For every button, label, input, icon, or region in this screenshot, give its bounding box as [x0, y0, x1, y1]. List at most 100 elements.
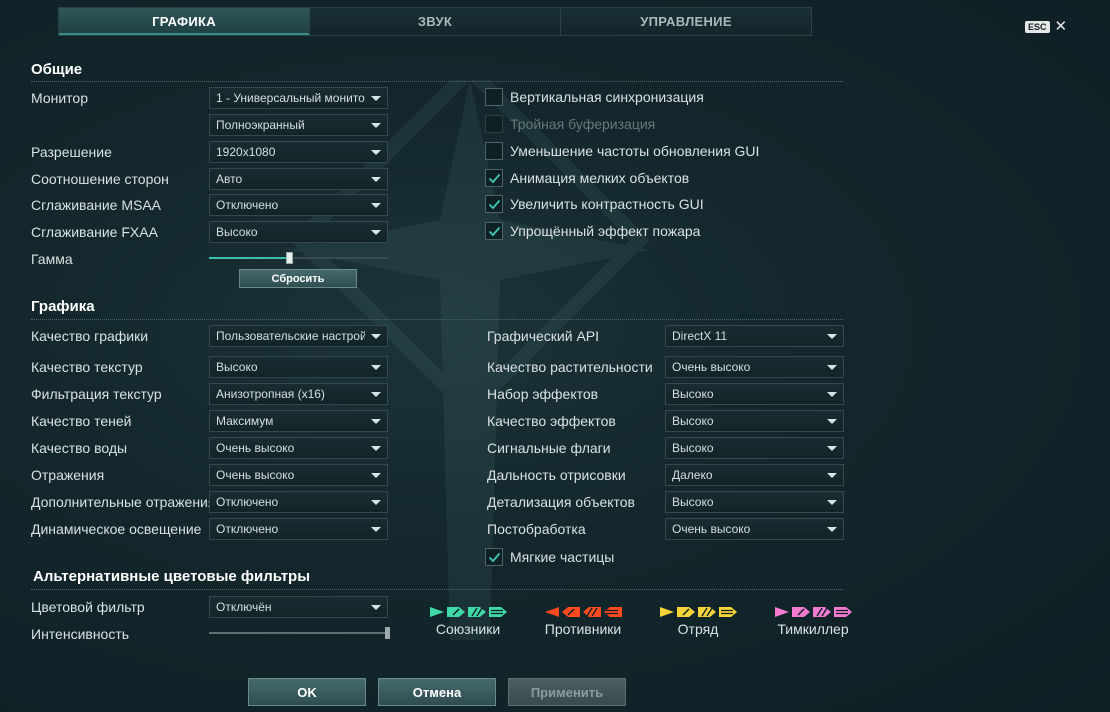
- marker-damaged-icon: [582, 607, 601, 617]
- chevron-down-icon: [371, 445, 381, 451]
- color-filter-dropdown[interactable]: Отключён: [209, 596, 388, 618]
- marker-ship-icon: [446, 607, 465, 617]
- setting-dropdown[interactable]: Очень высоко: [209, 437, 388, 459]
- chevron-down-icon: [371, 333, 381, 339]
- chevron-down-icon: [827, 364, 837, 370]
- dropdown-value: Высоко: [672, 387, 714, 401]
- marker-arrow-icon: [774, 607, 789, 617]
- setting-dropdown[interactable]: Высоко: [665, 437, 844, 459]
- msaa-dropdown[interactable]: Отключено: [209, 194, 388, 216]
- marker-arrow-icon: [544, 607, 559, 617]
- slider-thumb[interactable]: [286, 252, 293, 264]
- marker-arrow-icon: [659, 607, 674, 617]
- setting-label: Отражения: [31, 467, 105, 483]
- setting-label: Сигнальные флаги: [487, 440, 611, 456]
- gamma-slider[interactable]: [209, 252, 388, 264]
- marker-damaged-icon: [467, 607, 486, 617]
- chevron-down-icon: [827, 391, 837, 397]
- dropdown-value: Очень высоко: [672, 522, 751, 536]
- chevron-down-icon: [371, 499, 381, 505]
- chevron-down-icon: [371, 391, 381, 397]
- reset-gamma-button[interactable]: Сбросить: [239, 269, 357, 288]
- fxaa-dropdown[interactable]: Высоко: [209, 221, 388, 243]
- setting-label: Качество теней: [31, 413, 132, 429]
- chevron-down-icon: [371, 604, 381, 610]
- setting-dropdown[interactable]: Очень высоко: [665, 518, 844, 540]
- setting-dropdown[interactable]: Очень высоко: [665, 356, 844, 378]
- checkbox-box[interactable]: [485, 548, 503, 566]
- aspect-dropdown[interactable]: Авто: [209, 168, 388, 190]
- checkbox-box[interactable]: [485, 222, 503, 240]
- soft-particles-checkbox[interactable]: Мягкие частицы: [485, 548, 614, 566]
- setting-dropdown[interactable]: Высоко: [665, 410, 844, 432]
- esc-close[interactable]: ESC ✕: [1025, 19, 1067, 34]
- chevron-down-icon: [371, 202, 381, 208]
- chevron-down-icon: [827, 526, 837, 532]
- checkmark-icon: [488, 173, 500, 183]
- checkbox-box[interactable]: [485, 142, 503, 160]
- setting-label: Качество воды: [31, 440, 128, 456]
- general-checkbox[interactable]: Уменьшение частоты обновления GUI: [485, 142, 759, 160]
- color-marker-group: Отряд: [653, 607, 743, 637]
- tab-graphics[interactable]: ГРАФИКА: [59, 8, 310, 35]
- marker-icons: [544, 607, 622, 617]
- setting-label: Графический API: [487, 328, 600, 344]
- close-icon[interactable]: ✕: [1055, 19, 1068, 34]
- dropdown-value: Далеко: [672, 468, 713, 482]
- setting-dropdown[interactable]: Пользовательские настройки: [209, 325, 388, 347]
- section-title-graphics: Графика: [31, 298, 95, 315]
- marker-arrow-icon: [429, 607, 444, 617]
- section-divider: [31, 589, 843, 590]
- setting-dropdown[interactable]: Анизотропная (x16): [209, 383, 388, 405]
- dropdown-value: DirectX 11: [672, 329, 728, 343]
- setting-dropdown[interactable]: Максимум: [209, 410, 388, 432]
- checkbox-box[interactable]: [485, 169, 503, 187]
- setting-dropdown[interactable]: Высоко: [665, 491, 844, 513]
- settings-tabs: ГРАФИКА ЗВУК УПРАВЛЕНИЕ: [58, 7, 812, 36]
- resolution-label: Разрешение: [31, 144, 112, 160]
- checkmark-icon: [488, 226, 500, 236]
- setting-label: Качество растительности: [487, 359, 653, 375]
- general-checkbox: Тройная буферизация: [485, 115, 655, 133]
- checkbox-box[interactable]: [485, 195, 503, 213]
- dropdown-value: Отключено: [216, 522, 279, 536]
- dropdown-value: 1 - Универсальный монитор PnP: [216, 91, 365, 105]
- checkbox-label: Упрощённый эффект пожара: [510, 223, 701, 239]
- setting-dropdown[interactable]: Отключено: [209, 518, 388, 540]
- resolution-dropdown[interactable]: 1920x1080: [209, 141, 388, 163]
- window-mode-dropdown[interactable]: Полноэкранный: [209, 114, 388, 136]
- setting-label: Дальность отрисовки: [487, 467, 626, 483]
- marker-ship-icon: [676, 607, 695, 617]
- setting-dropdown[interactable]: Очень высоко: [209, 464, 388, 486]
- tab-controls[interactable]: УПРАВЛЕНИЕ: [561, 8, 811, 35]
- general-checkbox[interactable]: Упрощённый эффект пожара: [485, 222, 700, 240]
- setting-dropdown[interactable]: Отключено: [209, 491, 388, 513]
- setting-label: Качество текстур: [31, 359, 143, 375]
- setting-dropdown[interactable]: Высоко: [665, 383, 844, 405]
- chevron-down-icon: [371, 176, 381, 182]
- chevron-down-icon: [371, 418, 381, 424]
- intensity-slider[interactable]: [209, 627, 390, 639]
- general-checkbox[interactable]: Анимация мелких объектов: [485, 169, 689, 187]
- marker-caption: Противники: [544, 621, 622, 637]
- apply-button[interactable]: Применить: [508, 678, 626, 706]
- marker-icons: [429, 607, 507, 617]
- setting-dropdown[interactable]: DirectX 11: [665, 325, 844, 347]
- setting-dropdown[interactable]: Далеко: [665, 464, 844, 486]
- dropdown-value: Высоко: [216, 360, 258, 374]
- setting-label: Качество графики: [31, 328, 149, 344]
- general-checkbox[interactable]: Увеличить контрастность GUI: [485, 195, 704, 213]
- checkbox-box[interactable]: [485, 88, 503, 106]
- marker-ship-icon: [791, 607, 810, 617]
- ok-button[interactable]: OK: [248, 678, 366, 706]
- cancel-button[interactable]: Отмена: [378, 678, 496, 706]
- color-marker-group: Противники: [538, 607, 628, 637]
- checkbox-label: Увеличить контрастность GUI: [510, 196, 704, 212]
- general-checkbox[interactable]: Вертикальная синхронизация: [485, 88, 704, 106]
- esc-key-badge: ESC: [1025, 20, 1050, 33]
- slider-thumb[interactable]: [385, 627, 390, 639]
- marker-damaged-icon: [812, 607, 831, 617]
- setting-dropdown[interactable]: Высоко: [209, 356, 388, 378]
- monitor-dropdown[interactable]: 1 - Универсальный монитор PnP: [209, 87, 388, 109]
- tab-sound[interactable]: ЗВУК: [310, 8, 561, 35]
